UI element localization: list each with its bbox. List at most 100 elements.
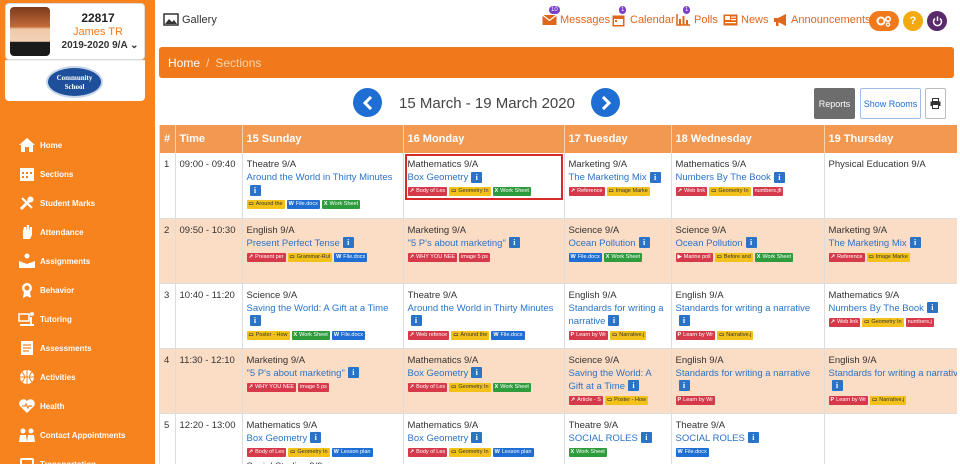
info-icon[interactable]: i: [347, 367, 359, 379]
sidebar-item-transportation[interactable]: Transportation: [18, 452, 148, 464]
attachment-chip[interactable]: ▭ Image Marke: [866, 252, 910, 262]
attachment-chip[interactable]: ↗ WHY YOU NEE: [407, 252, 458, 262]
attachment-chip[interactable]: W Lesson plan: [331, 447, 373, 457]
lesson-entry[interactable]: Marketing 9/A The Marketing Mix i ↗ Referenc…: [568, 158, 667, 197]
print-button[interactable]: [925, 88, 946, 119]
attachment-chip[interactable]: ▭ Poster - How: [246, 330, 290, 340]
attachment-chip[interactable]: numbers.jfi: [752, 187, 784, 196]
attachment-chip[interactable]: W Lesson plan: [492, 447, 534, 457]
help-button[interactable]: ?: [903, 11, 923, 31]
lesson-topic-link[interactable]: The Marketing Mix: [569, 172, 647, 183]
attachment-chip[interactable]: ▭ Geometry In: [862, 317, 904, 327]
sidebar-item-behavior[interactable]: Behavior: [18, 278, 148, 302]
lesson-topic-link[interactable]: Ocean Pollution: [569, 238, 636, 249]
lesson-topic-link[interactable]: Around the World in Thirty Minutes: [247, 172, 393, 183]
attachment-chip[interactable]: ↗ Body of Les: [407, 447, 448, 457]
sidebar-item-assignments[interactable]: Assignments: [18, 249, 148, 273]
attachment-chip[interactable]: image 5 ps: [459, 252, 490, 262]
attachment-chip[interactable]: W File.docx: [568, 252, 602, 262]
attachment-chip[interactable]: ↗ Body of Les: [246, 447, 287, 457]
lesson-entry[interactable]: Theatre 9/A SOCIAL ROLES i X Work Sheet: [568, 419, 667, 458]
attachment-chip[interactable]: P Learn by Wr: [675, 330, 716, 340]
info-icon[interactable]: i: [628, 380, 639, 392]
news-link[interactable]: News: [723, 14, 769, 26]
info-icon[interactable]: i: [249, 184, 261, 196]
lesson-entry[interactable]: Science 9/A Saving the World: A Gift at a…: [568, 354, 667, 406]
attachment-chip[interactable]: W File.docx: [334, 252, 368, 262]
info-icon[interactable]: i: [342, 237, 354, 249]
lesson-topic-link[interactable]: Box Geometry: [408, 368, 469, 379]
attachment-chip[interactable]: ▭ Geometry In: [449, 382, 491, 392]
lesson-topic-link[interactable]: SOCIAL ROLES: [676, 433, 745, 444]
lesson-topic-link[interactable]: Around the World in Thirty Minutes: [408, 303, 554, 314]
info-icon[interactable]: i: [638, 237, 650, 249]
sidebar-item-assessments[interactable]: Assessments: [18, 336, 148, 360]
info-icon[interactable]: i: [678, 315, 690, 327]
info-icon[interactable]: i: [608, 315, 620, 327]
lesson-entry-selected[interactable]: Mathematics 9/A Box Geometry i ↗ Body of Les…: [404, 154, 563, 200]
sidebar-item-activities[interactable]: Activities: [18, 365, 148, 389]
sidebar-item-health[interactable]: Health: [18, 394, 148, 418]
lesson-entry[interactable]: English 9/A Standards for writing a narra…: [675, 354, 820, 406]
lesson-entry[interactable]: English 9/A Present Perfect Tense i ↗ Presen…: [246, 224, 399, 263]
lesson-topic-link[interactable]: Standards for writing a narrative: [676, 368, 811, 379]
attachment-chip[interactable]: P Learn by Wr: [828, 395, 869, 405]
lesson-entry[interactable]: Theatre 9/A Around the World in Thirty Mi…: [407, 289, 560, 341]
info-icon[interactable]: i: [926, 302, 938, 314]
attachment-chip[interactable]: X Work Sheet: [568, 447, 607, 457]
lesson-topic-link[interactable]: Ocean Pollution: [676, 238, 743, 249]
info-icon[interactable]: i: [745, 237, 757, 249]
attachment-chip[interactable]: ↗ Present per: [246, 252, 286, 262]
lesson-entry[interactable]: Mathematics 9/A Numbers By The Book i ↗ Web …: [828, 289, 958, 328]
lesson-topic-link[interactable]: The Marketing Mix: [829, 238, 907, 249]
lesson-entry[interactable]: Science 9/A Ocean Pollution i W File.docx X Wo…: [568, 224, 667, 263]
attachment-chip[interactable]: X Work Sheet: [492, 382, 531, 392]
info-icon[interactable]: i: [508, 237, 520, 249]
logout-button[interactable]: [927, 11, 947, 31]
settings-button[interactable]: [869, 11, 899, 31]
lesson-entry[interactable]: Marketing 9/A The Marketing Mix i ↗ Referenc…: [828, 224, 958, 263]
attachment-chip[interactable]: ↗ Web link: [828, 317, 861, 327]
announcements-link[interactable]: Announcements: [773, 14, 871, 26]
attachment-chip[interactable]: ▭ Before and: [714, 252, 753, 262]
attachment-chip[interactable]: W File.docx: [331, 330, 366, 340]
attachment-chip[interactable]: X Work Sheet: [754, 252, 794, 262]
lesson-topic-link[interactable]: Present Perfect Tense: [247, 238, 340, 249]
lesson-entry[interactable]: Science 9/A Ocean Pollution i ▶ Marine poll ▭…: [675, 224, 820, 263]
sidebar-item-attendance[interactable]: Attendance: [18, 220, 148, 244]
attachment-chip[interactable]: ▭ Geometry In: [709, 187, 751, 196]
attachment-chip[interactable]: ▭ Narrative.j: [610, 330, 647, 340]
info-icon[interactable]: i: [649, 171, 661, 183]
lesson-entry[interactable]: Mathematics 9/A Box Geometry i ↗ Body of Les…: [246, 419, 399, 464]
sidebar-item-home[interactable]: Home: [18, 133, 148, 157]
attachment-chip[interactable]: X Work Sheet: [321, 200, 361, 209]
attachment-chip[interactable]: ▭ Around the: [246, 200, 285, 209]
lesson-topic-link[interactable]: Box Geometry: [408, 172, 469, 183]
sidebar-item-contact-appointments[interactable]: Contact Appointments: [18, 423, 148, 447]
attachment-chip[interactable]: P Learn by Wr: [675, 395, 716, 405]
lesson-entry[interactable]: English 9/A Standards for writing a narra…: [675, 289, 820, 341]
attachment-chip[interactable]: ▭ Narrative.j: [870, 395, 907, 405]
attachment-chip[interactable]: image 5 ps: [298, 382, 329, 392]
info-icon[interactable]: i: [471, 367, 483, 379]
lesson-topic-link[interactable]: Box Geometry: [247, 433, 308, 444]
attachment-chip[interactable]: ▭ Around the: [451, 330, 490, 340]
attachment-chip[interactable]: ▭ Narrative.j: [717, 330, 754, 340]
attachment-chip[interactable]: X Work Sheet: [603, 252, 643, 262]
sidebar-item-tutoring[interactable]: Tutoring: [18, 307, 148, 331]
info-icon[interactable]: i: [310, 432, 322, 444]
info-icon[interactable]: i: [773, 171, 785, 183]
attachment-chip[interactable]: X Work Sheet: [492, 187, 531, 196]
school-logo[interactable]: Community School: [46, 66, 103, 98]
attachment-chip[interactable]: ↗ Reference: [568, 187, 605, 196]
messages-link[interactable]: 10 Messages: [542, 6, 610, 26]
info-icon[interactable]: i: [747, 432, 759, 444]
lesson-entry[interactable]: Mathematics 9/A Numbers By The Book i ↗ Web …: [675, 158, 820, 197]
lesson-entry[interactable]: English 9/A Standards for writing a narra…: [568, 289, 667, 341]
attachment-chip[interactable]: ▭ Poster - How: [604, 395, 648, 405]
show-rooms-button[interactable]: Show Rooms: [860, 88, 921, 119]
attachment-chip[interactable]: X Work Sheet: [291, 330, 330, 340]
lesson-entry[interactable]: Marketing 9/A "5 P's about marketing" i ↗ WH…: [407, 224, 560, 263]
lesson-topic-link[interactable]: Saving the World: A Gift at a Time: [247, 303, 389, 314]
attachment-chip[interactable]: ↗ WHY YOU NEE: [246, 382, 297, 392]
